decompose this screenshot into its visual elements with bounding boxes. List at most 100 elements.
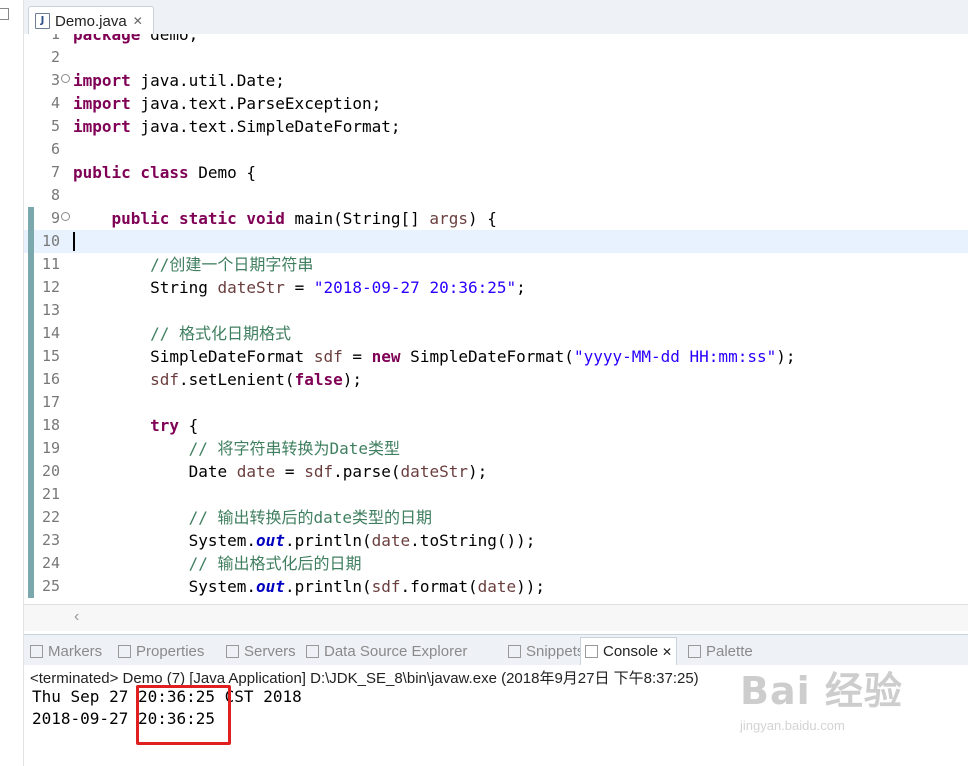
line-number: 9	[50, 209, 60, 227]
code-line[interactable]: 7 public class Demo {	[24, 161, 968, 184]
code-line[interactable]: 13	[24, 299, 968, 322]
line-number: 22	[41, 508, 60, 526]
close-icon[interactable]: ✕	[662, 645, 672, 659]
editor-tab-demo-java[interactable]: J Demo.java ✕	[28, 6, 154, 35]
line-number: 21	[41, 485, 60, 503]
code-line[interactable]: 18 try {	[24, 414, 968, 437]
fold-toggle-icon[interactable]	[61, 74, 70, 83]
code-text: // 将字符串转换为Date类型	[188, 439, 401, 458]
view-tab-label: Console	[603, 643, 659, 660]
code-editor[interactable]: 1 package demo; 2 3 import java.util.Date; 4 i…	[24, 34, 968, 604]
close-icon[interactable]: ✕	[133, 14, 143, 28]
text-cursor	[73, 232, 75, 251]
line-number: 1	[50, 34, 60, 43]
watermark-url: jingyan.baidu.com	[740, 718, 845, 733]
editor-tab-title: Demo.java	[55, 12, 127, 30]
code-line[interactable]: 11 //创建一个日期字符串	[24, 253, 968, 276]
console-status: <terminated> Demo (7) [Java Application]…	[30, 670, 699, 687]
change-marker	[28, 345, 34, 368]
change-marker	[28, 414, 34, 437]
view-tab-label: Properties	[136, 642, 205, 660]
code-text: public class Demo {	[73, 163, 257, 182]
code-line[interactable]: 24 // 输出格式化后的日期	[24, 552, 968, 575]
change-marker	[28, 506, 34, 529]
code-line[interactable]: 21	[24, 483, 968, 506]
markers-icon	[30, 644, 43, 658]
view-tab-label: Markers	[48, 642, 103, 660]
code-line[interactable]: 12 String dateStr = "2018-09-27 20:36:25…	[24, 276, 968, 299]
code-line[interactable]: 14 // 格式化日期格式	[24, 322, 968, 345]
view-tab-data-source-explorer[interactable]: Data Source Explorer	[306, 640, 467, 662]
horizontal-scrollbar[interactable]: ‹	[24, 604, 968, 631]
fold-toggle-icon[interactable]	[61, 212, 70, 221]
change-marker	[28, 460, 34, 483]
code-text: System.out.println(sdf.format(date));	[73, 577, 546, 596]
change-marker	[28, 230, 34, 253]
code-text: String dateStr = "2018-09-27 20:36:25";	[73, 278, 526, 297]
view-tab-snippets[interactable]: Snippets	[508, 640, 584, 662]
line-number: 17	[41, 393, 60, 411]
scroll-left-icon[interactable]: ‹	[74, 608, 79, 626]
view-tab-label: Snippets	[526, 642, 585, 660]
change-marker	[28, 276, 34, 299]
code-line[interactable]: 25 System.out.println(sdf.format(date));	[24, 575, 968, 598]
code-line[interactable]: 17	[24, 391, 968, 414]
code-line[interactable]: 19 // 将字符串转换为Date类型	[24, 437, 968, 460]
code-line[interactable]: 20 Date date = sdf.parse(dateStr);	[24, 460, 968, 483]
code-text: // 输出格式化后的日期	[188, 554, 362, 573]
line-number: 16	[41, 370, 60, 388]
code-line[interactable]: 15 SimpleDateFormat sdf = new SimpleDate…	[24, 345, 968, 368]
code-text: SimpleDateFormat sdf = new SimpleDateFor…	[73, 347, 796, 366]
code-line[interactable]: 4 import java.text.ParseException;	[24, 92, 968, 115]
code-text: public static void main(String[] args) {	[111, 209, 497, 228]
change-marker	[28, 552, 34, 575]
code-text: import java.text.ParseException;	[73, 94, 382, 113]
code-line[interactable]: 16 sdf.setLenient(false);	[24, 368, 968, 391]
view-tab-console[interactable]: Console ✕	[580, 637, 678, 665]
change-marker	[28, 253, 34, 276]
code-line[interactable]: 1 package demo;	[24, 34, 968, 46]
properties-icon	[118, 644, 131, 658]
minimized-view-icon[interactable]	[0, 8, 9, 20]
code-text: package demo;	[73, 34, 199, 44]
view-tab-properties[interactable]: Properties	[118, 640, 204, 662]
code-line[interactable]: 23 System.out.println(date.toString());	[24, 529, 968, 552]
line-number: 12	[41, 278, 60, 296]
code-line[interactable]: 6	[24, 138, 968, 161]
change-marker	[28, 368, 34, 391]
data-source-icon	[306, 644, 319, 658]
code-text: // 格式化日期格式	[150, 324, 291, 343]
code-line[interactable]: 5 import java.text.SimpleDateFormat;	[24, 115, 968, 138]
line-number: 24	[41, 554, 60, 572]
code-text: // 输出转换后的date类型的日期	[188, 508, 433, 527]
palette-icon	[688, 644, 701, 658]
line-number: 14	[41, 324, 60, 342]
editor-tab-bar: J Demo.java ✕	[24, 0, 968, 35]
view-tab-palette[interactable]: Palette	[688, 640, 753, 662]
code-line[interactable]: 8	[24, 184, 968, 207]
change-marker	[28, 391, 34, 414]
change-marker	[28, 483, 34, 506]
code-text: import java.util.Date;	[73, 71, 285, 90]
watermark: Bai 经验 jingyan.baidu.com	[740, 660, 903, 733]
code-line[interactable]: 10	[24, 230, 968, 253]
code-line[interactable]: 22 // 输出转换后的date类型的日期	[24, 506, 968, 529]
code-line[interactable]: 9 public static void main(String[] args)…	[24, 207, 968, 230]
view-tab-markers[interactable]: Markers	[30, 640, 102, 662]
change-marker	[28, 322, 34, 345]
change-marker	[28, 299, 34, 322]
line-number: 4	[50, 94, 60, 112]
change-marker	[28, 437, 34, 460]
line-number: 11	[41, 255, 60, 273]
code-line[interactable]: 3 import java.util.Date;	[24, 69, 968, 92]
line-number: 3	[50, 71, 60, 89]
code-text: //创建一个日期字符串	[150, 255, 314, 274]
line-number: 25	[41, 577, 60, 595]
code-text: sdf.setLenient(false);	[150, 370, 362, 389]
line-number: 7	[50, 163, 60, 181]
code-line[interactable]: 2	[24, 46, 968, 69]
line-number: 5	[50, 117, 60, 135]
view-tab-servers[interactable]: Servers	[226, 640, 296, 662]
left-panel-strip	[0, 0, 24, 766]
code-text: Date date = sdf.parse(dateStr);	[73, 462, 488, 481]
